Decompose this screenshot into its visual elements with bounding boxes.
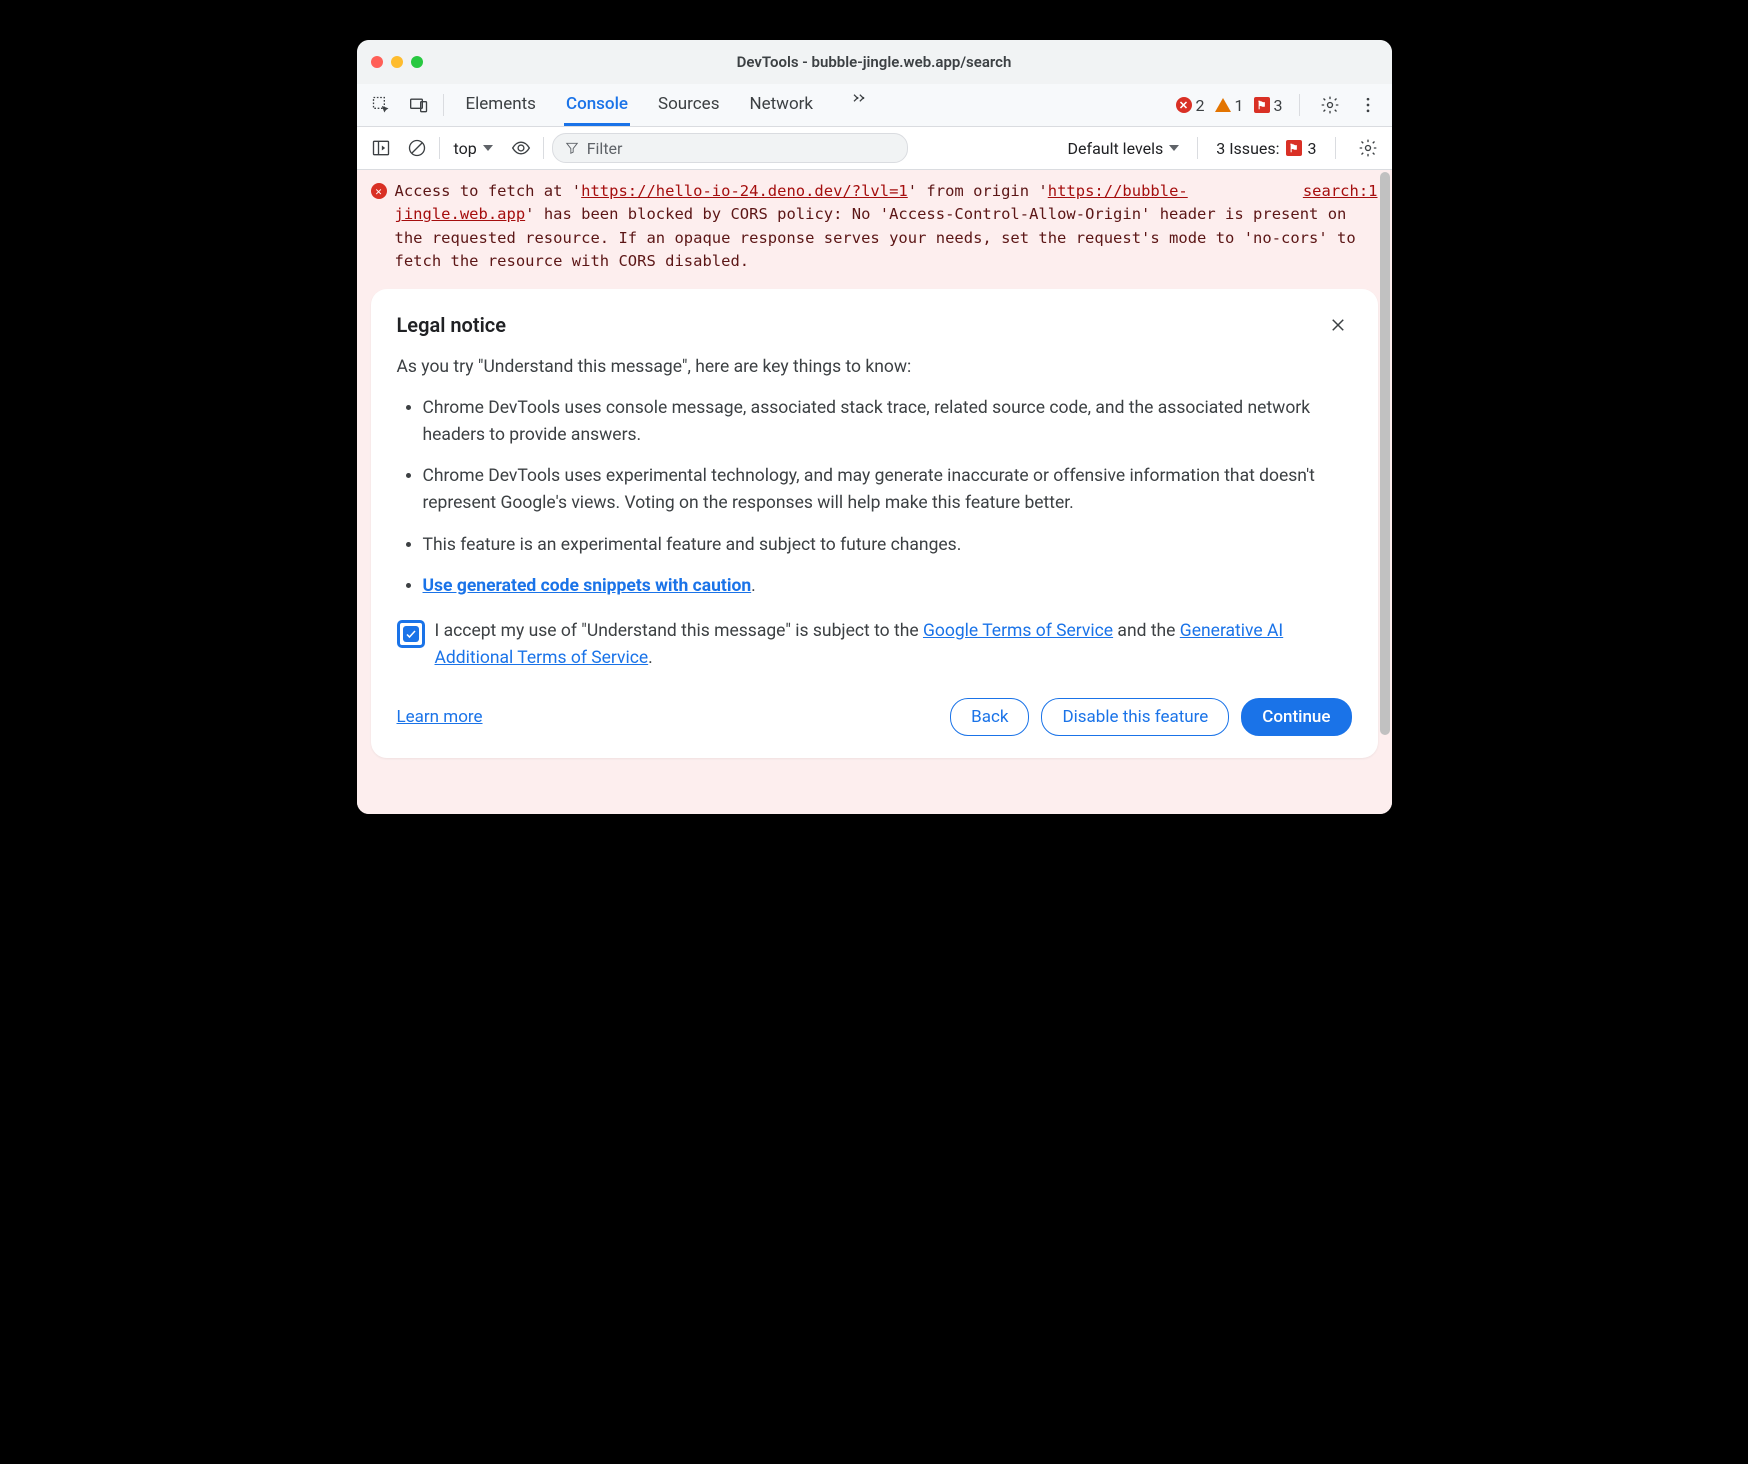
tab-elements[interactable]: Elements	[464, 84, 538, 126]
tab-network[interactable]: Network	[747, 84, 815, 126]
clear-console-icon[interactable]	[403, 134, 431, 162]
console-toolbar: top Filter Default levels 3 Issues: ⚑ 3	[357, 127, 1392, 170]
live-expression-icon[interactable]	[507, 134, 535, 162]
accept-checkbox[interactable]	[397, 620, 425, 648]
accept-text: I accept my use of "Understand this mess…	[435, 618, 1352, 672]
issues-label: 3 Issues:	[1216, 139, 1279, 158]
status-badges: ✕ 2 1 ⚑ 3	[1176, 96, 1283, 115]
separator	[439, 137, 440, 159]
more-tabs-icon[interactable]	[845, 84, 873, 112]
issues-indicator[interactable]: 3 Issues: ⚑ 3	[1216, 139, 1316, 158]
chevron-down-icon	[483, 145, 493, 151]
continue-button[interactable]: Continue	[1241, 698, 1351, 736]
close-icon[interactable]	[1324, 311, 1352, 339]
warning-count: 1	[1235, 96, 1244, 115]
error-icon: ✕	[1176, 97, 1192, 113]
scrollbar-track[interactable]	[1380, 172, 1390, 812]
separator	[1335, 137, 1336, 159]
flag-icon: ⚑	[1286, 140, 1302, 156]
issues-count: 3	[1308, 139, 1317, 158]
devtools-tabbar: Elements Console Sources Network ✕ 2 1	[357, 84, 1392, 127]
titlebar: DevTools - bubble-jingle.web.app/search	[357, 40, 1392, 84]
filter-input[interactable]: Filter	[552, 133, 908, 163]
toggle-sidebar-icon[interactable]	[367, 134, 395, 162]
window-title: DevTools - bubble-jingle.web.app/search	[357, 53, 1392, 71]
panel-tabs: Elements Console Sources Network	[464, 84, 874, 126]
levels-label: Default levels	[1068, 139, 1164, 158]
disable-feature-button[interactable]: Disable this feature	[1041, 698, 1229, 736]
learn-more-link[interactable]: Learn more	[397, 707, 483, 727]
tab-console[interactable]: Console	[564, 84, 630, 126]
card-bullet: Use generated code snippets with caution…	[423, 573, 1352, 600]
scrollbar-thumb[interactable]	[1380, 172, 1390, 735]
error-text: search:1 Access to fetch at 'https://hel…	[395, 180, 1378, 273]
card-title: Legal notice	[397, 313, 1324, 337]
flag-count-badge[interactable]: ⚑ 3	[1254, 96, 1283, 115]
console-output: ✕ search:1 Access to fetch at 'https://h…	[357, 170, 1392, 814]
more-menu-icon[interactable]	[1354, 91, 1382, 119]
devtools-window: DevTools - bubble-jingle.web.app/search …	[357, 40, 1392, 814]
console-error-message: ✕ search:1 Access to fetch at 'https://h…	[371, 180, 1378, 273]
separator	[1197, 137, 1198, 159]
accept-row: I accept my use of "Understand this mess…	[397, 618, 1352, 672]
filter-placeholder: Filter	[587, 139, 623, 158]
device-toolbar-icon[interactable]	[405, 91, 433, 119]
card-intro: As you try "Understand this message", he…	[397, 357, 1352, 377]
error-url-1[interactable]: https://hello-io-24.deno.dev/?lvl=1	[581, 182, 908, 200]
inspect-element-icon[interactable]	[367, 91, 395, 119]
card-bullet-list: Chrome DevTools uses console message, as…	[397, 395, 1352, 600]
back-button[interactable]: Back	[950, 698, 1029, 736]
context-label: top	[454, 139, 477, 158]
warning-icon	[1215, 98, 1231, 112]
flag-count: 3	[1274, 96, 1283, 115]
error-count-badge[interactable]: ✕ 2	[1176, 96, 1205, 115]
chevron-down-icon	[1169, 145, 1179, 151]
context-selector[interactable]: top	[448, 135, 499, 162]
warning-count-badge[interactable]: 1	[1215, 96, 1244, 115]
separator	[443, 94, 444, 116]
card-bullet: Chrome DevTools uses console message, as…	[423, 395, 1352, 449]
message-source-link[interactable]: search:1	[1303, 180, 1378, 203]
error-count: 2	[1196, 96, 1205, 115]
caution-link[interactable]: Use generated code snippets with caution	[423, 576, 752, 596]
card-bullet: This feature is an experimental feature …	[423, 532, 1352, 559]
google-tos-link[interactable]: Google Terms of Service	[923, 621, 1113, 641]
log-levels-selector[interactable]: Default levels	[1068, 139, 1180, 158]
separator	[543, 137, 544, 159]
error-icon: ✕	[371, 183, 387, 199]
funnel-icon	[565, 141, 579, 155]
console-settings-icon[interactable]	[1354, 134, 1382, 162]
flag-icon: ⚑	[1254, 97, 1270, 113]
card-bullet: Chrome DevTools uses experimental techno…	[423, 463, 1352, 517]
separator	[1299, 94, 1300, 116]
settings-icon[interactable]	[1316, 91, 1344, 119]
legal-notice-card: Legal notice As you try "Understand this…	[371, 289, 1378, 758]
tab-sources[interactable]: Sources	[656, 84, 721, 126]
